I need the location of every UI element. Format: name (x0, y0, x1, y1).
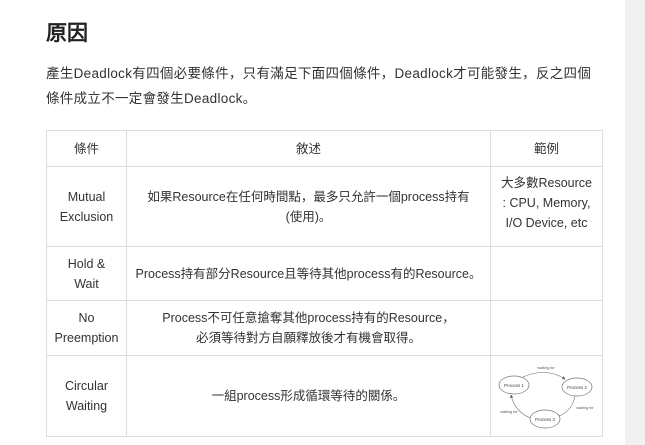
description-line: 一組process形成循環等待的關係。 (211, 389, 406, 403)
condition-line: Exclusion (59, 209, 114, 224)
description-line: 必須等待對方自願釋放後才有機會取得。 (195, 331, 421, 345)
node-label: Process 3 (535, 417, 556, 422)
description-line: (使用)。 (285, 209, 332, 224)
example-cell (490, 300, 603, 356)
edge-label: waiting for (537, 366, 555, 370)
header-example: 範例 (490, 130, 603, 167)
description-line: 如果Resource在任何時間點，最多只允許一個process持有 (147, 189, 470, 204)
description-cell: 一組process形成循環等待的關係。 (126, 355, 491, 437)
description-cell: Process持有部分Resource且等待其他process有的Resourc… (126, 246, 491, 301)
table-row: Circular Waiting 一組process形成循環等待的關係。 Pro… (46, 355, 603, 437)
condition-line: No (78, 311, 95, 325)
header-condition: 條件 (46, 130, 127, 167)
condition-cell: No Preemption (46, 300, 127, 356)
edge-label: waiting for (500, 410, 518, 414)
condition-cell: Circular Waiting (46, 355, 127, 437)
node-label: Process 1 (504, 383, 525, 388)
table-header-row: 條件 敘述 範例 (46, 130, 603, 167)
description-cell: 如果Resource在任何時間點，最多只允許一個process持有 (使用)。 (126, 166, 491, 247)
condition-cell: Hold & Wait (46, 246, 127, 301)
example-line: : CPU, Memory, (502, 196, 591, 210)
header-description: 敘述 (126, 130, 491, 167)
table-row: Mutual Exclusion 如果Resource在任何時間點，最多只允許一… (46, 166, 603, 247)
table-row: No Preemption Process不可任意搶奪其他process持有的R… (46, 300, 603, 356)
condition-cell: Mutual Exclusion (46, 166, 127, 247)
edge-label: waiting for (576, 406, 594, 410)
intro-paragraph: 產生Deadlock有四個必要條件，只有滿足下面四個條件，Deadlock才可能… (46, 66, 592, 106)
deadlock-conditions-table: 條件 敘述 範例 Mutual Exclusion 如果Resource在任何時… (46, 130, 603, 437)
circular-wait-diagram: Process 1 Process 2 Process 3 waiting fo… (498, 366, 594, 429)
description-line: Process不可任意搶奪其他process持有的Resource， (162, 311, 455, 325)
description-cell: Process不可任意搶奪其他process持有的Resource， 必須等待對… (126, 300, 491, 356)
example-cell: 大多數Resource : CPU, Memory, I/O Device, e… (490, 166, 603, 247)
example-cell: Process 1 Process 2 Process 3 waiting fo… (490, 355, 603, 437)
table-row: Hold & Wait Process持有部分Resource且等待其他proc… (46, 246, 603, 301)
condition-line: Waiting (65, 399, 108, 413)
description-line: Process持有部分Resource且等待其他process有的Resourc… (135, 266, 482, 281)
condition-line: Mutual (67, 189, 106, 204)
scrollbar-track[interactable] (625, 0, 645, 445)
example-line: 大多數Resource (501, 176, 592, 190)
example-line: I/O Device, etc (505, 216, 588, 230)
example-cell (490, 246, 603, 301)
node-label: Process 2 (567, 385, 588, 390)
condition-line: Hold & (67, 256, 106, 271)
section-heading: 原因 (46, 22, 88, 45)
condition-line: Circular (64, 379, 109, 393)
condition-line: Wait (74, 276, 99, 291)
condition-line: Preemption (54, 331, 119, 345)
